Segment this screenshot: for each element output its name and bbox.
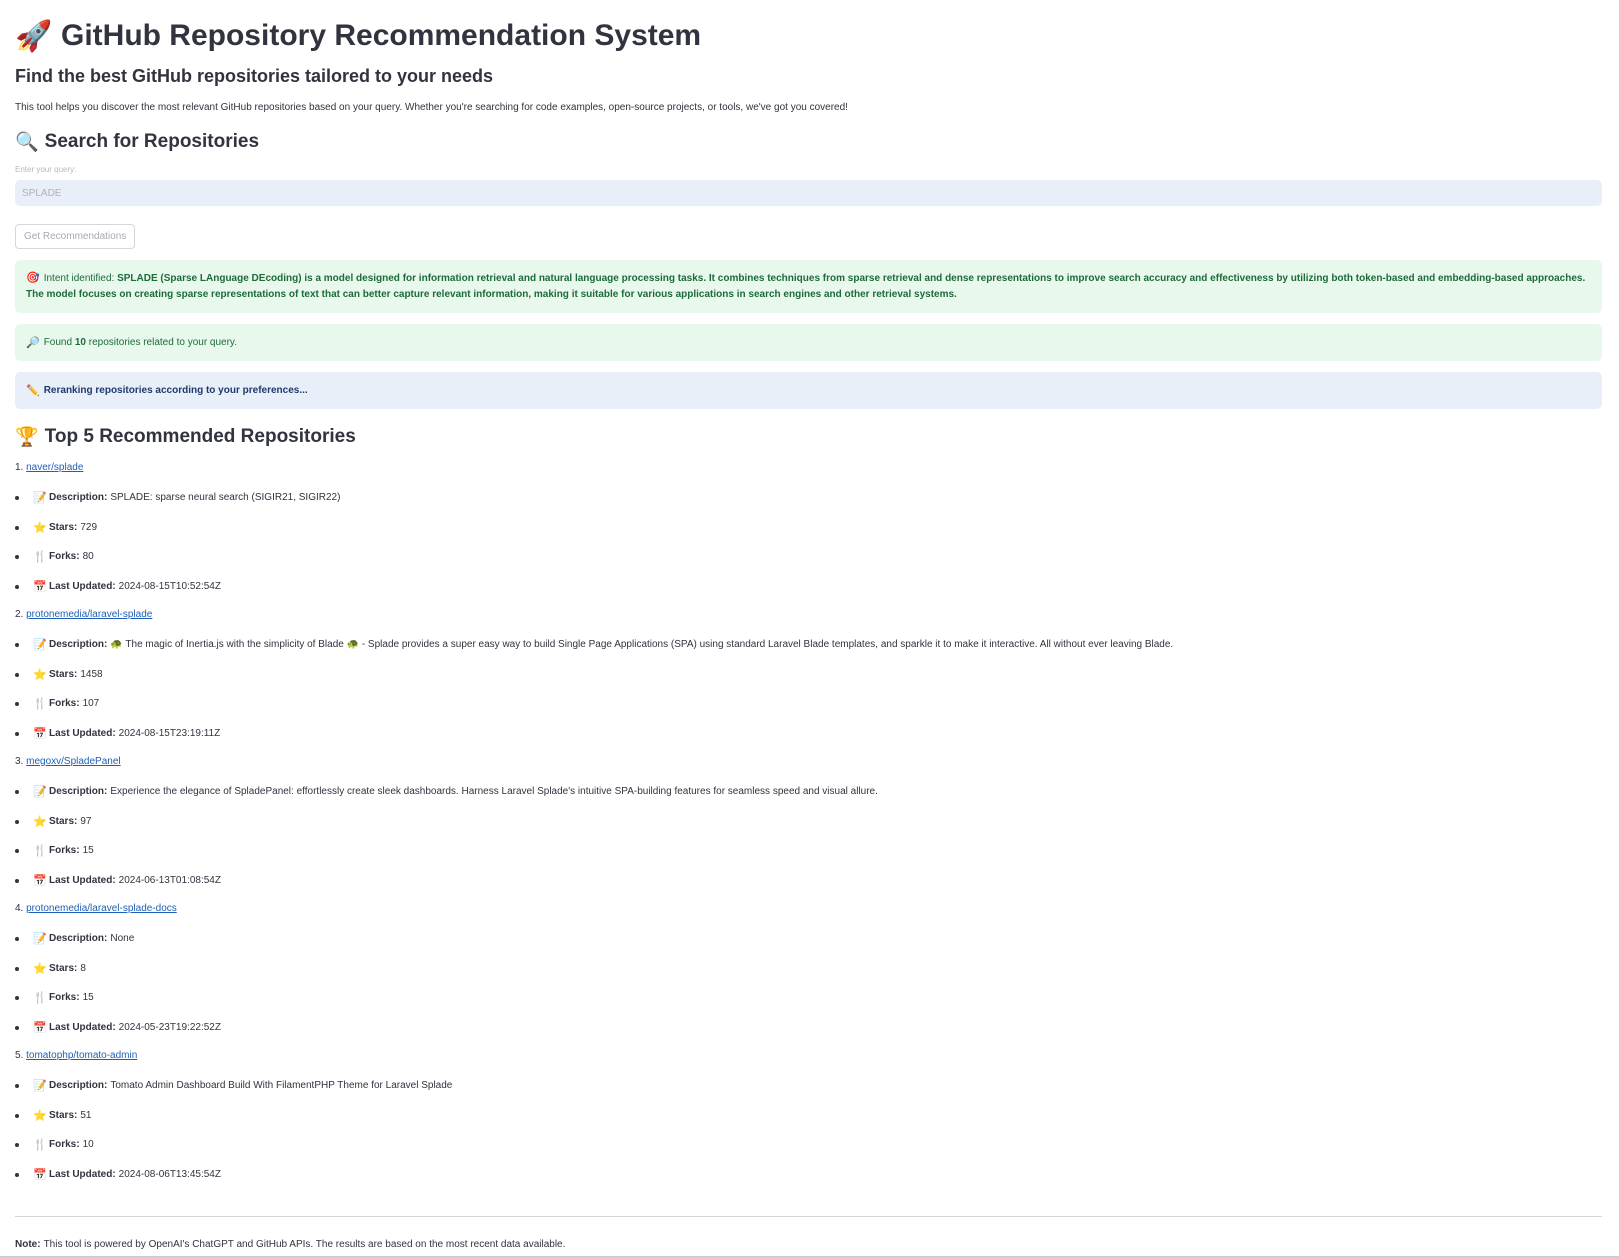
repo-updated: 📅 Last Updated: 2024-05-23T19:22:52Z (15, 1021, 221, 1034)
repo-stars: ⭐ Stars: 1458 (15, 668, 103, 681)
repo-item: 5. tomatophp/tomato-admin 📝 Description: T… (15, 1050, 1602, 1197)
repo-link[interactable]: naver/splade (26, 462, 83, 473)
memo-icon: 📝 (33, 786, 47, 798)
query-input[interactable] (15, 180, 1602, 206)
star-icon: ⭐ (33, 669, 47, 681)
memo-icon: 📝 (33, 1080, 47, 1092)
intent-alert-body: 🎯 Intent identified: SPLADE (Sparse LAngu… (26, 270, 1591, 303)
footer-note-label: Note: (15, 1239, 41, 1250)
repo-link[interactable]: protonemedia/laravel-splade-docs (26, 903, 177, 914)
fork-icon: 🍴 (33, 1139, 47, 1151)
repo-item: 1. naver/splade 📝 Description: SPLADE: spa… (15, 462, 1602, 609)
repo-link[interactable]: tomatophp/tomato-admin (26, 1050, 137, 1061)
repo-description: 📝 Description: Tomato Admin Dashboard Buil… (15, 1079, 452, 1092)
repo-forks: 🍴 Forks: 107 (15, 697, 99, 710)
repo-description: 📝 Description: None (15, 932, 134, 945)
rocket-icon: 🚀 (15, 19, 53, 53)
repo-item: 4. protonemedia/laravel-splade-docs 📝 Des… (15, 903, 1602, 1050)
memo-icon: 📝 (33, 639, 47, 651)
repo-updated: 📅 Last Updated: 2024-08-15T10:52:54Z (15, 580, 221, 593)
repo-list: 1. naver/splade 📝 Description: SPLADE: spa… (15, 462, 1602, 1197)
repo-stars: ⭐ Stars: 51 (15, 1109, 91, 1122)
results-heading: 🏆 Top 5 Recommended Repositories (15, 425, 356, 449)
repo-title: 4. protonemedia/laravel-splade-docs (15, 903, 177, 914)
search-heading-text: Search for Repositories (44, 131, 260, 152)
calendar-icon: 📅 (33, 1022, 47, 1034)
repo-item: 2. protonemedia/laravel-splade 📝 Descript… (15, 609, 1602, 756)
repo-forks: 🍴 Forks: 15 (15, 991, 94, 1004)
repo-rank: 2. (15, 609, 24, 620)
repo-link[interactable]: megoxv/SpladePanel (26, 756, 121, 767)
memo-icon: 📝 (33, 933, 47, 945)
repo-title: 3. megoxv/SpladePanel (15, 756, 121, 767)
calendar-icon: 📅 (33, 1169, 47, 1181)
found-suffix: repositories related to your query. (88, 337, 237, 348)
search-heading: 🔍 Search for Repositories (15, 130, 259, 154)
footer-note: Note: This tool is powered by OpenAI's Ch… (15, 1239, 565, 1250)
repo-title: 5. tomatophp/tomato-admin (15, 1050, 137, 1061)
repo-forks: 🍴 Forks: 10 (15, 1138, 94, 1151)
repo-rank: 3. (15, 756, 24, 767)
fork-icon: 🍴 (33, 992, 47, 1004)
repo-link[interactable]: protonemedia/laravel-splade (26, 609, 152, 620)
repo-stars: ⭐ Stars: 729 (15, 521, 97, 534)
calendar-icon: 📅 (33, 875, 47, 887)
trophy-icon: 🏆 (15, 427, 39, 448)
repo-stars: ⭐ Stars: 8 (15, 962, 86, 975)
page-subtitle: Find the best GitHub repositories tailor… (15, 66, 494, 86)
star-icon: ⭐ (33, 963, 47, 975)
fork-icon: 🍴 (33, 845, 47, 857)
page-title: 🚀 GitHub Repository Recommendation Syste… (15, 16, 701, 56)
calendar-icon: 📅 (33, 581, 47, 593)
rerank-alert: ✏️ Reranking repositories according to y… (15, 372, 1602, 409)
repo-forks: 🍴 Forks: 15 (15, 844, 94, 857)
footer-note-text: This tool is powered by OpenAI's ChatGPT… (43, 1239, 566, 1250)
repo-item: 3. megoxv/SpladePanel 📝 Description: Exper… (15, 756, 1602, 903)
intro-text: This tool helps you discover the most re… (15, 102, 848, 113)
magnifier-icon: 🔍 (15, 132, 39, 153)
results-heading-text: Top 5 Recommended Repositories (44, 426, 356, 447)
memo-icon: 📝 (33, 492, 47, 504)
star-icon: ⭐ (33, 816, 47, 828)
repo-updated: 📅 Last Updated: 2024-06-13T01:08:54Z (15, 874, 221, 887)
calendar-icon: 📅 (33, 728, 47, 740)
magnifier-right-icon: 🔎 (26, 337, 40, 349)
pencil-icon: ✏️ (26, 385, 40, 397)
rerank-text: Reranking repositories according to your… (43, 385, 308, 396)
repo-rank: 4. (15, 903, 24, 914)
page-title-text: GitHub Repository Recommendation System (61, 19, 702, 52)
repo-updated: 📅 Last Updated: 2024-08-06T13:45:54Z (15, 1168, 221, 1181)
star-icon: ⭐ (33, 522, 47, 534)
query-label: Enter your query: (15, 165, 77, 174)
repo-title: 1. naver/splade (15, 462, 83, 473)
repo-title: 2. protonemedia/laravel-splade (15, 609, 152, 620)
repo-stars: ⭐ Stars: 97 (15, 815, 91, 828)
intent-alert: 🎯 Intent identified: SPLADE (Sparse LAngu… (15, 260, 1602, 313)
found-alert: 🔎 Found 10 repositories related to your … (15, 324, 1602, 361)
repo-updated: 📅 Last Updated: 2024-08-15T23:19:11Z (15, 727, 220, 740)
intent-text: SPLADE (Sparse LAnguage DEcoding) is a m… (26, 273, 1586, 300)
fork-icon: 🍴 (33, 698, 47, 710)
found-prefix: Found (43, 337, 73, 348)
repo-description: 📝 Description: SPLADE: sparse neural searc… (15, 491, 340, 504)
intent-label: Intent identified: (43, 273, 115, 284)
target-icon: 🎯 (26, 272, 40, 284)
star-icon: ⭐ (33, 1110, 47, 1122)
get-recommendations-button[interactable]: Get Recommendations (15, 224, 136, 249)
repo-rank: 1. (15, 462, 24, 473)
fork-icon: 🍴 (33, 551, 47, 563)
found-count: 10 (74, 337, 86, 348)
footer-divider (15, 1216, 1602, 1217)
repo-description: 📝 Description: 🐢 The magic of Inertia.js w… (15, 638, 1173, 651)
repo-description: 📝 Description: Experience the elegance of … (15, 785, 878, 798)
repo-forks: 🍴 Forks: 80 (15, 550, 94, 563)
repo-rank: 5. (15, 1050, 24, 1061)
